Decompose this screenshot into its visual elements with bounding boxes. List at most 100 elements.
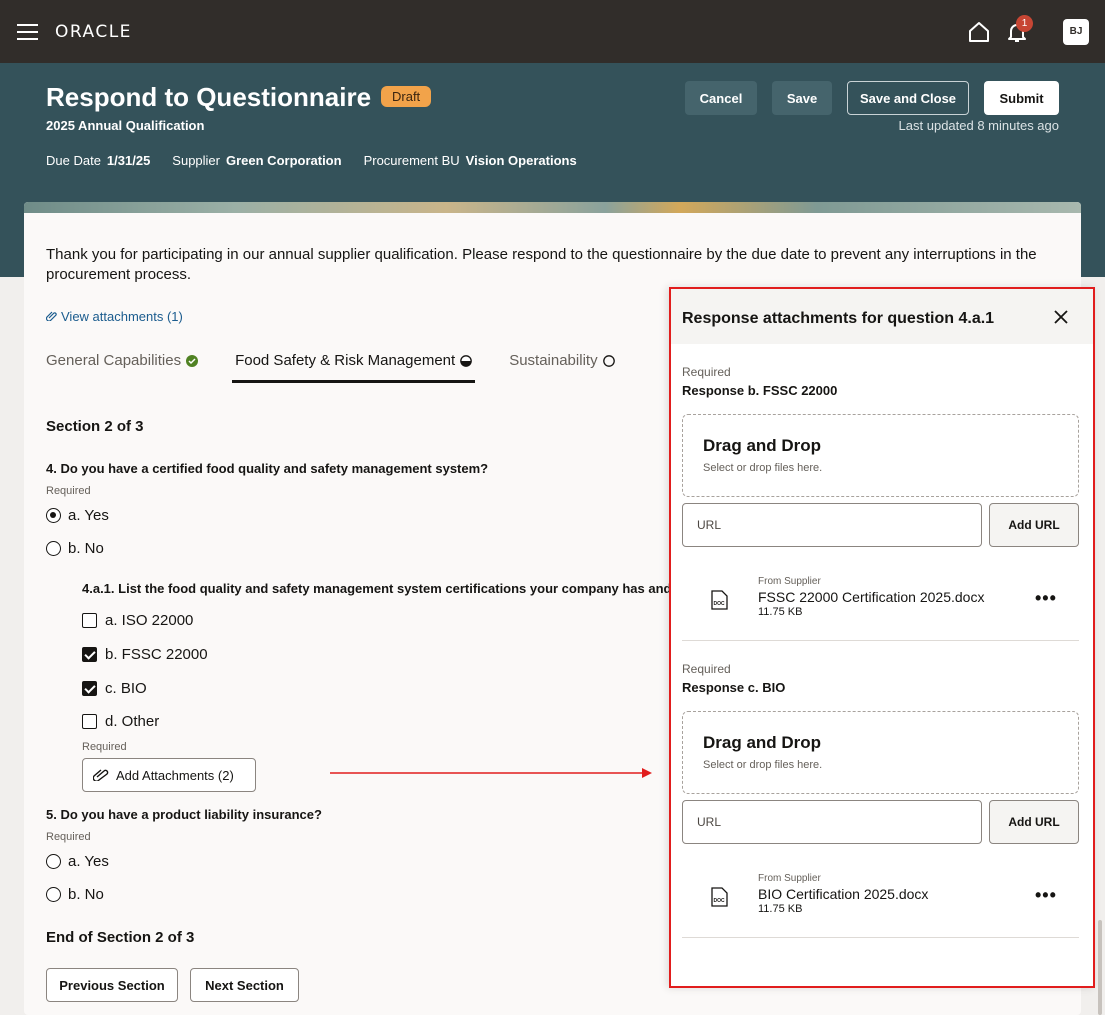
tab-sustainability[interactable]: Sustainability	[509, 345, 615, 383]
intro-text: Thank you for participating in our annua…	[46, 246, 1037, 283]
decorative-banner	[24, 202, 1081, 213]
checkbox-checked[interactable]	[82, 681, 97, 696]
next-section-button[interactable]: Next Section	[190, 968, 299, 1002]
page-title: Respond to Questionnaire	[46, 82, 372, 112]
tab-general-capabilities[interactable]: General Capabilities	[46, 345, 199, 383]
drawer-header: Response attachments for question 4.a.1	[671, 289, 1093, 344]
bu-label: Procurement BU	[363, 153, 460, 168]
paperclip-icon	[93, 769, 109, 781]
section-title: Section 2 of 3	[46, 418, 144, 435]
user-avatar[interactable]: BJ	[1063, 19, 1089, 45]
cert-option-other[interactable]: d. Other	[82, 713, 159, 730]
attachment-file-row: DOC From Supplier FSSC 22000 Certificati…	[682, 576, 1079, 636]
file-size: 11.75 KB	[758, 903, 803, 915]
response-label: Response c. BIO	[682, 680, 786, 695]
more-actions-icon[interactable]: •••	[1035, 588, 1057, 609]
drop-title: Drag and Drop	[703, 733, 822, 752]
radio[interactable]	[46, 854, 61, 869]
cert-option-fssc[interactable]: b. FSSC 22000	[82, 646, 208, 663]
q4-option-no[interactable]: b. No	[46, 540, 104, 557]
required-label: Required	[46, 831, 91, 843]
required-label: Required	[682, 365, 731, 379]
required-label: Required	[82, 741, 127, 753]
drag-drop-zone[interactable]: Drag and Drop Select or drop files here.	[682, 414, 1079, 497]
q5-option-no[interactable]: b. No	[46, 886, 104, 903]
checkbox-checked[interactable]	[82, 647, 97, 662]
response-attachments-drawer: Response attachments for question 4.a.1 …	[669, 287, 1095, 988]
file-source: From Supplier	[758, 576, 821, 587]
add-url-button[interactable]: Add URL	[989, 503, 1079, 547]
attachment-file-row: DOC From Supplier BIO Certification 2025…	[682, 873, 1079, 933]
end-section-text: End of Section 2 of 3	[46, 929, 195, 946]
save-button[interactable]: Save	[772, 81, 832, 115]
file-name-link[interactable]: FSSC 22000 Certification 2025.docx	[758, 589, 984, 605]
paperclip-icon	[45, 311, 57, 322]
option-label: a. Yes	[68, 507, 109, 524]
file-name-link[interactable]: BIO Certification 2025.docx	[758, 886, 928, 902]
view-attachments-link[interactable]: View attachments (1)	[45, 309, 183, 324]
cert-option-bio[interactable]: c. BIO	[82, 680, 147, 697]
header-meta: Due Date 1/31/25 Supplier Green Corporat…	[46, 153, 599, 168]
checkbox[interactable]	[82, 613, 97, 628]
required-label: Required	[46, 485, 91, 497]
option-label: a. Yes	[68, 853, 109, 870]
svg-text:DOC: DOC	[714, 601, 726, 607]
checkbox[interactable]	[82, 714, 97, 729]
more-actions-icon[interactable]: •••	[1035, 885, 1057, 906]
supplier-value: Green Corporation	[226, 153, 342, 168]
option-label: b. No	[68, 886, 104, 903]
tab-label: Food Safety & Risk Management	[235, 352, 456, 369]
divider	[682, 937, 1079, 938]
close-icon[interactable]	[1052, 308, 1070, 326]
home-icon[interactable]	[967, 20, 991, 44]
divider	[682, 640, 1079, 641]
status-badge: Draft	[381, 86, 432, 107]
question-4-text: 4. Do you have a certified food quality …	[46, 461, 489, 476]
question-5-text: 5. Do you have a product liability insur…	[46, 807, 322, 822]
option-label: b. FSSC 22000	[105, 646, 208, 663]
radio[interactable]	[46, 887, 61, 902]
svg-text:DOC: DOC	[714, 898, 726, 904]
due-date-value: 1/31/25	[106, 153, 151, 168]
drop-subtitle: Select or drop files here.	[703, 759, 823, 771]
add-url-button[interactable]: Add URL	[989, 800, 1079, 844]
tab-label: Sustainability	[509, 352, 598, 369]
save-and-close-button[interactable]: Save and Close	[847, 81, 969, 115]
previous-section-button[interactable]: Previous Section	[46, 968, 178, 1002]
bu-value: Vision Operations	[465, 153, 577, 168]
question-4a1-text: 4.a.1. List the food quality and safety …	[82, 581, 691, 596]
half-circle-icon	[460, 355, 473, 367]
required-label: Required	[682, 662, 731, 676]
file-source: From Supplier	[758, 873, 821, 884]
add-attachments-label: Add Attachments (2)	[116, 767, 234, 783]
page-scrollbar[interactable]	[1098, 920, 1102, 1015]
radio-selected[interactable]	[46, 508, 61, 523]
cert-option-iso[interactable]: a. ISO 22000	[82, 612, 193, 629]
option-label: c. BIO	[105, 680, 147, 697]
hamburger-menu-icon[interactable]	[17, 24, 38, 40]
add-attachments-button[interactable]: Add Attachments (2)	[82, 758, 256, 792]
tab-food-safety[interactable]: Food Safety & Risk Management	[232, 345, 476, 383]
tab-label: General Capabilities	[46, 352, 182, 369]
drop-subtitle: Select or drop files here.	[703, 462, 823, 474]
option-label: d. Other	[105, 713, 160, 730]
drawer-title: Response attachments for question 4.a.1	[682, 310, 995, 327]
radio[interactable]	[46, 541, 61, 556]
annotation-arrow-icon	[330, 768, 652, 778]
notification-badge: 1	[1016, 15, 1033, 32]
oracle-logo[interactable]: ORACLE	[55, 22, 132, 42]
submit-button[interactable]: Submit	[984, 81, 1059, 115]
drag-drop-zone[interactable]: Drag and Drop Select or drop files here.	[682, 711, 1079, 794]
q5-option-yes[interactable]: a. Yes	[46, 853, 109, 870]
cancel-button[interactable]: Cancel	[685, 81, 757, 115]
file-size: 11.75 KB	[758, 606, 803, 618]
drop-title: Drag and Drop	[703, 436, 822, 455]
q4-option-yes[interactable]: a. Yes	[46, 507, 109, 524]
response-label: Response b. FSSC 22000	[682, 383, 838, 398]
view-attachments-label: View attachments (1)	[61, 309, 183, 324]
due-date-label: Due Date	[46, 153, 101, 168]
check-circle-icon	[186, 355, 199, 367]
top-nav-bar: ORACLE 1 BJ	[0, 0, 1105, 63]
url-input[interactable]	[682, 800, 982, 844]
url-input[interactable]	[682, 503, 982, 547]
